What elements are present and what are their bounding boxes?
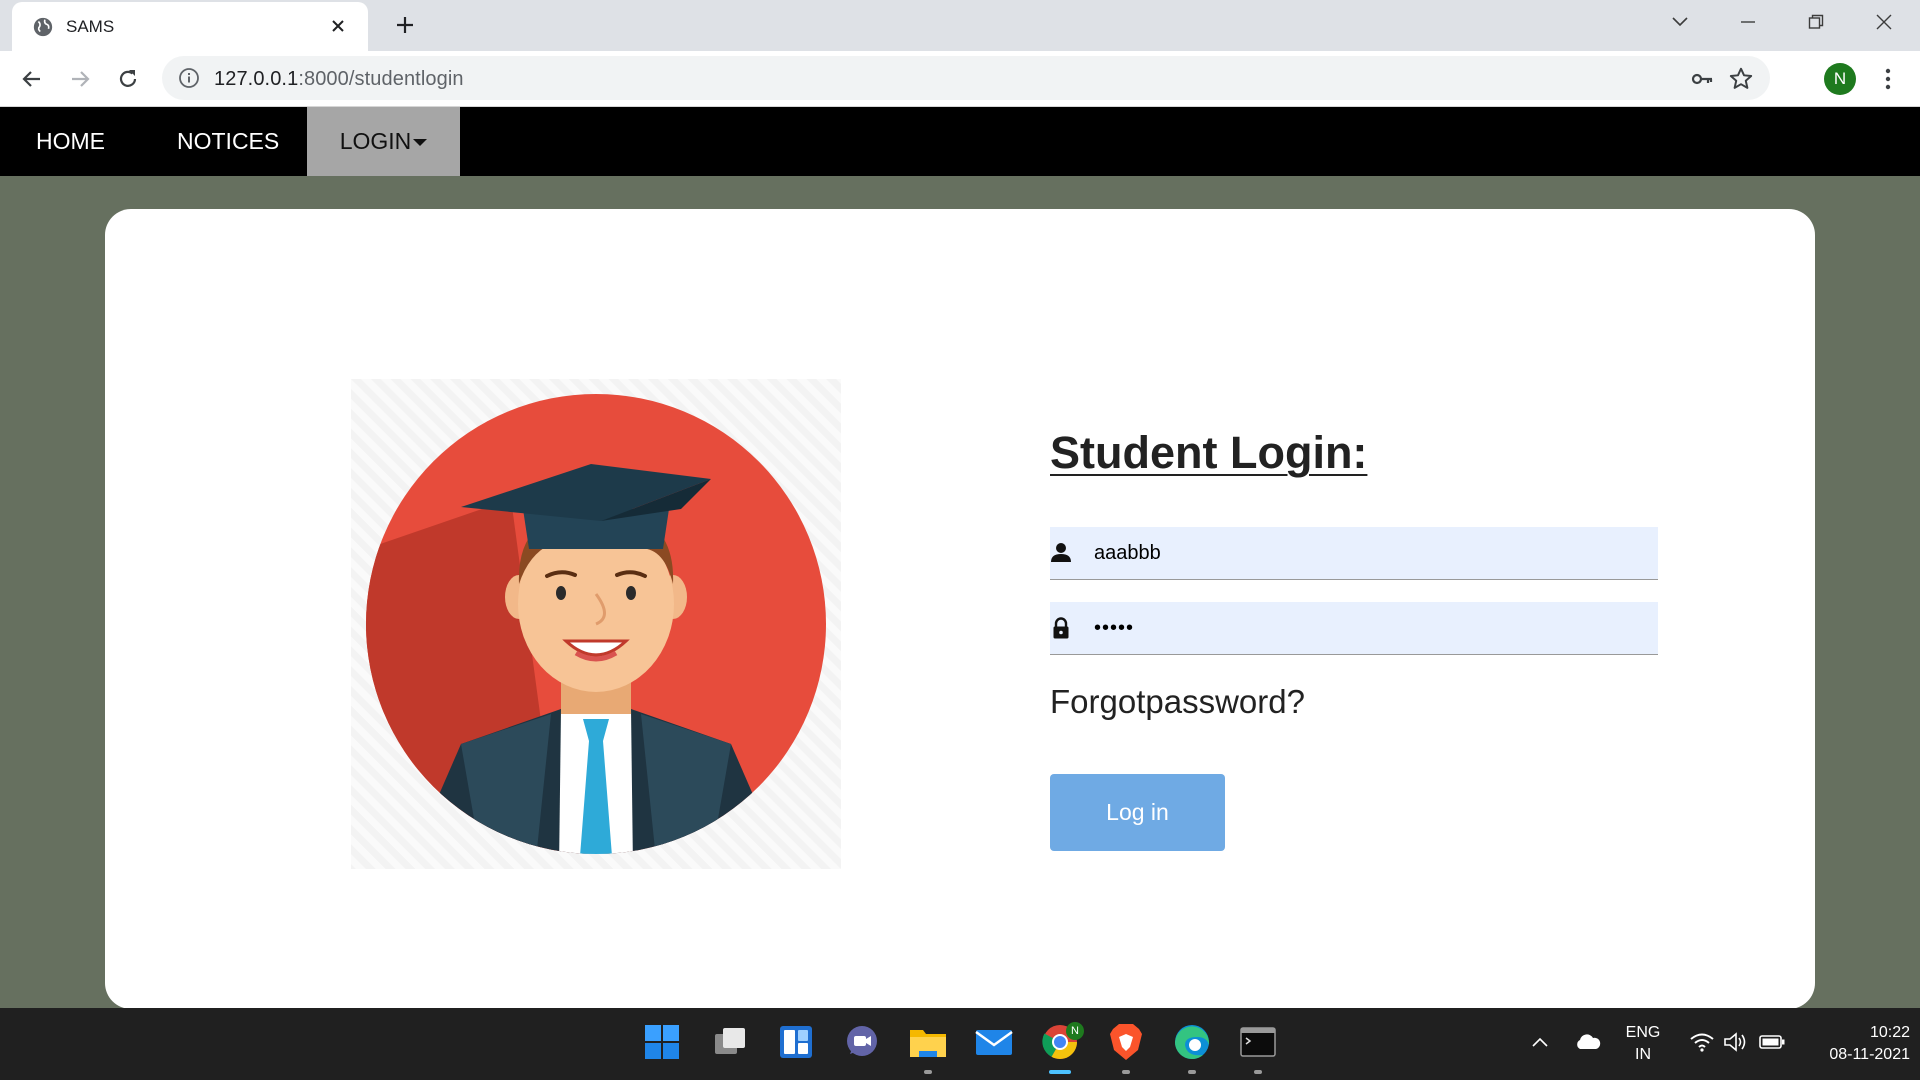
restore-icon[interactable] (1798, 8, 1834, 36)
widgets-icon[interactable] (776, 1022, 816, 1062)
close-window-icon[interactable] (1866, 8, 1902, 36)
onedrive-cloud-icon[interactable] (1568, 1022, 1608, 1062)
nav-login-label: LOGIN (339, 128, 412, 154)
browser-tab-strip: SAMS (0, 0, 1920, 51)
windows-start-icon[interactable] (642, 1022, 682, 1062)
browser-toolbar: 127.0.0.1:8000/studentlogin N (0, 51, 1920, 107)
url-path: :8000/studentlogin (298, 68, 464, 90)
profile-avatar[interactable]: N (1824, 63, 1856, 95)
lock-icon (1053, 617, 1069, 639)
password-input[interactable] (1094, 602, 1644, 654)
nav-home[interactable]: HOME (36, 107, 105, 176)
new-tab-plus-icon[interactable] (390, 10, 420, 40)
username-input[interactable] (1094, 527, 1644, 579)
username-field[interactable] (1050, 527, 1658, 580)
brave-browser-icon[interactable] (1106, 1022, 1146, 1062)
user-icon (1051, 543, 1071, 562)
terminal-icon[interactable] (1238, 1022, 1278, 1062)
file-explorer-icon[interactable] (908, 1022, 948, 1062)
running-indicator (1254, 1070, 1262, 1074)
clock-time: 10:22 (1869, 1024, 1910, 1041)
url-text: 127.0.0.1:8000/studentlogin (214, 68, 464, 91)
page-title: Student Login: (1050, 427, 1368, 478)
forgot-password-link[interactable]: Forgotpassword? (1050, 683, 1305, 721)
nav-notices[interactable]: NOTICES (177, 107, 279, 176)
clock-date: 08-11-2021 (1829, 1046, 1910, 1063)
url-host: 127.0.0.1 (214, 68, 299, 90)
os-taskbar: N ENG IN 10:22 08-11-2021 (0, 1008, 1920, 1080)
back-arrow-icon[interactable] (16, 63, 48, 95)
browser-tab[interactable]: SAMS (12, 2, 368, 51)
graduate-avatar-illustration (351, 379, 841, 869)
running-indicator (924, 1070, 932, 1074)
site-info-icon[interactable] (178, 67, 200, 89)
minimize-icon[interactable] (1730, 8, 1766, 36)
chrome-profile-badge: N (1066, 1022, 1084, 1040)
active-app-indicator (1049, 1070, 1071, 1074)
input-language-indicator[interactable]: ENG IN (1618, 1022, 1668, 1066)
mail-icon[interactable] (974, 1022, 1014, 1062)
browser-menu-icon[interactable] (1876, 63, 1900, 95)
reload-icon[interactable] (112, 63, 144, 95)
edge-browser-icon[interactable] (1172, 1022, 1212, 1062)
running-indicator (1122, 1070, 1130, 1074)
login-button[interactable]: Log in (1050, 774, 1225, 851)
login-card: Student Login: Forgotpassword? Log in (105, 209, 1815, 1009)
region-code: IN (1635, 1046, 1651, 1063)
bookmark-star-icon[interactable] (1728, 66, 1754, 92)
site-navbar: HOME NOTICES LOGIN (0, 107, 1920, 176)
globe-icon (33, 17, 53, 37)
teams-chat-icon[interactable] (842, 1022, 882, 1062)
volume-icon[interactable] (1716, 1022, 1756, 1062)
address-bar[interactable]: 127.0.0.1:8000/studentlogin (162, 56, 1770, 100)
running-indicator (1188, 1070, 1196, 1074)
tab-search-chevron-icon[interactable] (1662, 8, 1698, 36)
caret-down-icon (413, 139, 428, 146)
show-hidden-icons-chevron[interactable] (1520, 1022, 1560, 1062)
language-code: ENG (1625, 1024, 1661, 1041)
password-key-icon[interactable] (1690, 67, 1714, 91)
clock[interactable]: 10:22 08-11-2021 (1802, 1022, 1910, 1066)
forward-arrow-icon[interactable] (64, 63, 96, 95)
close-tab-icon[interactable] (324, 12, 352, 40)
tab-title: SAMS (66, 17, 115, 36)
password-field[interactable] (1050, 602, 1658, 655)
task-view-icon[interactable] (710, 1022, 750, 1062)
nav-login-dropdown[interactable]: LOGIN (307, 107, 460, 176)
battery-icon[interactable] (1752, 1022, 1792, 1062)
